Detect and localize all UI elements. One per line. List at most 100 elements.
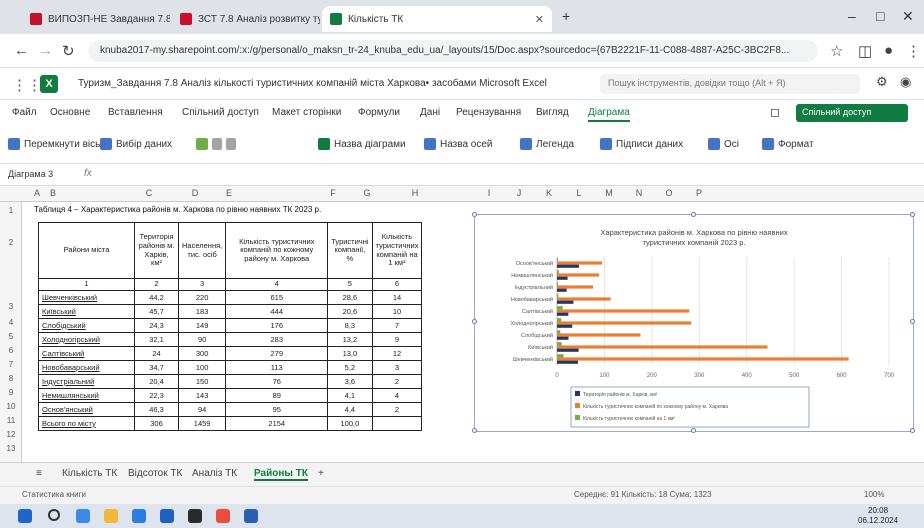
district-name-cell[interactable]: Холодногірський xyxy=(38,331,135,347)
column-header-i[interactable]: I xyxy=(474,188,504,198)
row-header-1[interactable]: 1 xyxy=(0,206,22,215)
value-cell[interactable]: 149 xyxy=(177,317,227,333)
row-header-13[interactable]: 13 xyxy=(0,444,22,453)
value-cell[interactable]: 100 xyxy=(177,359,227,375)
close-tab-icon[interactable]: ✕ xyxy=(535,13,544,26)
value-cell[interactable]: 2 xyxy=(371,401,423,417)
value-cell[interactable]: 20,6 xyxy=(327,303,373,319)
forward-icon[interactable]: → xyxy=(38,42,53,59)
resize-handle[interactable] xyxy=(691,212,696,217)
sheet-tab[interactable]: Відсоток ТК xyxy=(128,468,182,479)
value-cell[interactable]: 22,3 xyxy=(134,387,179,403)
column-header-l[interactable]: L xyxy=(564,188,594,198)
district-name-cell[interactable]: Київський xyxy=(38,303,135,319)
row-header-11[interactable]: 11 xyxy=(0,416,22,425)
value-cell[interactable]: 279 xyxy=(225,345,329,361)
switch-axis-button[interactable]: Перемкнути вісь xyxy=(8,138,100,150)
row-header-10[interactable]: 10 xyxy=(0,402,22,411)
browser-tab-1[interactable]: ВИПОЗП-НЕ Завдання 7.8 Прог ✕ xyxy=(22,6,170,32)
resize-handle[interactable] xyxy=(910,212,915,217)
app-launcher-icon[interactable]: ⋮⋮ xyxy=(12,76,42,94)
url-field[interactable]: knuba2017-my.sharepoint.com/:x:/g/person… xyxy=(88,40,818,62)
menu-chart[interactable]: Діаграма xyxy=(588,107,630,122)
browser-tab-2[interactable]: ЗСТ 7.8 Аналіз розвитку турис ✕ xyxy=(172,6,320,32)
index-cell[interactable]: 1 xyxy=(38,278,135,291)
district-name-cell[interactable]: Шевченківський xyxy=(38,289,135,305)
value-cell[interactable]: 300 xyxy=(177,345,227,361)
extensions-icon[interactable]: ◫ xyxy=(858,42,872,60)
resize-handle[interactable] xyxy=(472,319,477,324)
menu-review[interactable]: Рецензування xyxy=(456,107,521,118)
profile-icon[interactable]: ● xyxy=(884,42,893,59)
zoom-level[interactable]: 100% xyxy=(864,490,884,499)
district-name-cell[interactable]: Основ'янський xyxy=(38,401,135,417)
value-cell[interactable]: 90 xyxy=(177,331,227,347)
index-cell[interactable]: 5 xyxy=(327,278,373,291)
header-cell[interactable]: Територія районів м. Харків, км² xyxy=(134,222,179,279)
value-cell[interactable] xyxy=(371,415,423,431)
value-cell[interactable]: 183 xyxy=(177,303,227,319)
value-cell[interactable]: 2154 xyxy=(225,415,329,431)
minimize-icon[interactable]: – xyxy=(848,8,856,24)
header-cell[interactable]: Райони міста xyxy=(38,222,135,279)
store-icon[interactable] xyxy=(160,509,174,523)
value-cell[interactable]: 2 xyxy=(371,373,423,389)
window-close-icon[interactable]: ✕ xyxy=(902,8,914,25)
value-cell[interactable]: 45,7 xyxy=(134,303,179,319)
district-name-cell[interactable]: Індустріальний xyxy=(38,373,135,389)
value-cell[interactable]: 113 xyxy=(225,359,329,375)
value-cell[interactable]: 1459 xyxy=(177,415,227,431)
browser-tab-active[interactable]: Кількість ТК ✕ xyxy=(322,6,552,32)
edge-icon[interactable] xyxy=(132,509,146,523)
value-cell[interactable]: 4,1 xyxy=(327,387,373,403)
start-icon[interactable] xyxy=(18,509,32,523)
district-table[interactable]: Райони міста Територія районів м. Харків… xyxy=(38,222,423,431)
search-icon[interactable] xyxy=(48,509,60,521)
bookmark-star-icon[interactable]: ☆ xyxy=(830,42,843,60)
menu-share[interactable]: Спільний доступ xyxy=(182,107,259,118)
resize-handle[interactable] xyxy=(910,319,915,324)
row-header-2[interactable]: 2 xyxy=(0,238,22,247)
browser-menu-icon[interactable]: ⋮ xyxy=(906,42,921,60)
column-header-b[interactable]: B xyxy=(38,188,68,198)
resize-handle[interactable] xyxy=(691,428,696,433)
column-header-c[interactable]: C xyxy=(134,188,164,198)
row-header-6[interactable]: 6 xyxy=(0,346,22,355)
reload-icon[interactable]: ↻ xyxy=(62,42,75,60)
sheet-tab-active[interactable]: Районы ТК xyxy=(254,468,308,481)
clock-time[interactable]: 20:08 xyxy=(868,506,888,515)
chart-object[interactable]: Характеристика районів м. Харкова по рів… xyxy=(472,212,915,433)
chart-title-button[interactable]: Назва діаграми xyxy=(318,138,406,150)
value-cell[interactable]: 444 xyxy=(225,303,329,319)
value-cell[interactable]: 24 xyxy=(134,345,179,361)
new-tab-button[interactable]: + xyxy=(562,8,570,24)
legend-button[interactable]: Легенда xyxy=(520,138,574,150)
row-header-5[interactable]: 5 xyxy=(0,332,22,341)
value-cell[interactable]: 13,0 xyxy=(327,345,373,361)
sheet-tab[interactable]: Аналіз ТК xyxy=(192,468,237,479)
value-cell[interactable]: 94 xyxy=(177,401,227,417)
menu-home[interactable]: Основне xyxy=(50,107,90,118)
data-labels-button[interactable]: Підписи даних xyxy=(600,138,683,150)
value-cell[interactable]: 150 xyxy=(177,373,227,389)
maximize-icon[interactable]: □ xyxy=(876,8,884,24)
district-name-cell[interactable]: Немишлянський xyxy=(38,387,135,403)
axes-button[interactable]: Осі xyxy=(708,138,739,150)
value-cell[interactable]: 283 xyxy=(225,331,329,347)
menu-file[interactable]: Файл xyxy=(12,107,37,118)
sheet-tab[interactable]: Кількість ТК xyxy=(62,468,117,479)
value-cell[interactable]: 44,2 xyxy=(134,289,179,305)
column-header-p[interactable]: P xyxy=(684,188,714,198)
value-cell[interactable]: 100,0 xyxy=(327,415,373,431)
column-header-k[interactable]: K xyxy=(534,188,564,198)
column-header-o[interactable]: O xyxy=(654,188,684,198)
column-header-e[interactable]: E xyxy=(214,188,244,198)
index-cell[interactable]: 4 xyxy=(225,278,329,291)
row-header-12[interactable]: 12 xyxy=(0,430,22,439)
value-cell[interactable]: 176 xyxy=(225,317,329,333)
value-cell[interactable]: 95 xyxy=(225,401,329,417)
chrome-icon[interactable] xyxy=(216,509,230,523)
value-cell[interactable]: 28,6 xyxy=(327,289,373,305)
sheet-nav-icon[interactable]: ≡ xyxy=(36,468,42,479)
column-header-f[interactable]: F xyxy=(318,188,348,198)
